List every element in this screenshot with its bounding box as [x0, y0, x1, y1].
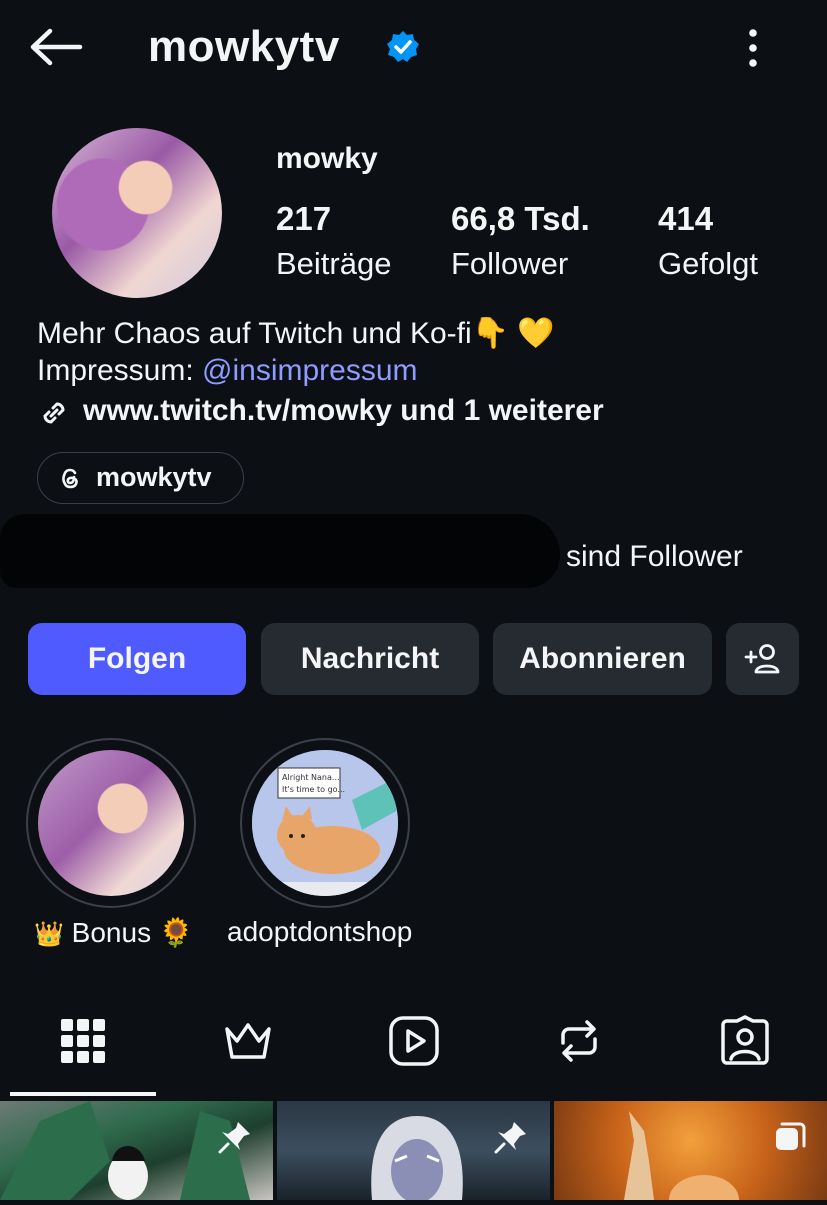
highlight-adoptdontshop-cover: Alright Nana... It's time to go... — [252, 750, 398, 896]
highlight-bonus[interactable] — [26, 738, 196, 908]
svg-text:It's time to go...: It's time to go... — [282, 785, 345, 794]
impressum-label: Impressum: — [37, 354, 203, 387]
suggested-accounts-button[interactable] — [726, 623, 799, 695]
crown-icon[interactable] — [222, 1015, 274, 1067]
followers-count[interactable]: 66,8 Tsd. — [451, 200, 590, 238]
profile-username-title: mowkytv — [148, 22, 340, 71]
profile-avatar[interactable] — [52, 128, 222, 298]
subscribe-button[interactable]: Abonnieren — [493, 623, 712, 695]
active-tab-indicator — [10, 1092, 156, 1096]
threads-handle[interactable]: mowkytv — [96, 462, 212, 493]
following-label[interactable]: Gefolgt — [658, 246, 758, 282]
carousel-icon — [776, 1122, 806, 1150]
grid-icon[interactable] — [57, 1015, 109, 1067]
pinned-icon — [218, 1122, 250, 1154]
message-button[interactable]: Nachricht — [261, 623, 479, 695]
impressum-mention-link[interactable]: @insimpressum — [202, 354, 418, 387]
more-options-icon[interactable] — [736, 26, 770, 70]
highlight-adoptdontshop[interactable]: Alright Nana... It's time to go... — [240, 738, 410, 908]
posts-label[interactable]: Beiträge — [276, 246, 391, 282]
add-person-icon — [744, 644, 779, 674]
reposts-icon[interactable] — [553, 1015, 605, 1067]
posts-count[interactable]: 217 — [276, 200, 331, 238]
following-count[interactable]: 414 — [658, 200, 713, 238]
bio-impressum: Impressum: @insimpressum — [37, 354, 418, 388]
bio-line: Mehr Chaos auf Twitch und Ko-fi👇 💛 — [37, 317, 555, 350]
highlight-adoptdontshop-label[interactable]: adoptdontshop — [227, 916, 412, 948]
reels-icon[interactable] — [388, 1015, 440, 1067]
followed-by-text[interactable]: sind Follower — [566, 540, 743, 574]
highlight-bonus-cover — [38, 750, 184, 896]
verified-badge-icon — [387, 31, 419, 62]
tagged-icon[interactable] — [719, 1015, 771, 1067]
follow-button[interactable]: Folgen — [28, 623, 246, 695]
redacted-followers-area — [0, 514, 560, 588]
comic-speech-text: Alright Nana... — [282, 773, 340, 782]
crown-badge-icon: 👑 — [34, 921, 64, 948]
profile-link[interactable]: www.twitch.tv/mowky und 1 weiterer — [83, 394, 604, 428]
link-icon — [43, 402, 65, 424]
display-name: mowky — [276, 142, 378, 175]
highlight-bonus-text: Bonus 🌻 — [71, 917, 194, 948]
highlight-bonus-label[interactable]: 👑 Bonus 🌻 — [34, 916, 194, 949]
threads-icon — [62, 468, 78, 489]
back-arrow-icon[interactable] — [28, 26, 84, 68]
followers-label[interactable]: Follower — [451, 246, 568, 282]
pinned-icon-2 — [494, 1122, 526, 1154]
